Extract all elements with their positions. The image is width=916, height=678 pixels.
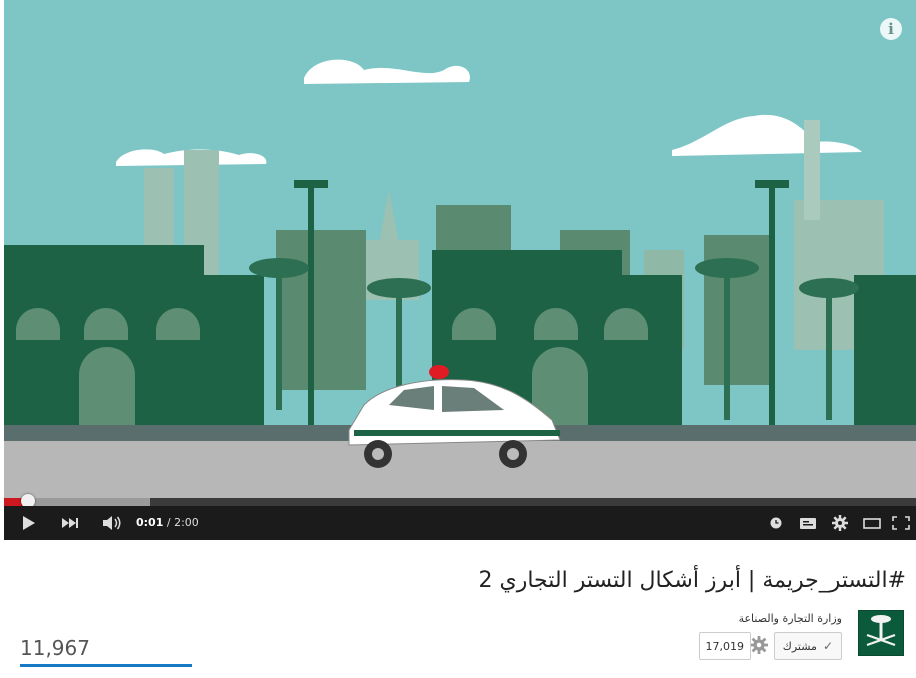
views-bar bbox=[20, 664, 192, 667]
settings-icon bbox=[832, 515, 848, 531]
time-current: 0:01 bbox=[136, 516, 164, 529]
player-controls: 0:01 / 2:00 bbox=[4, 506, 916, 540]
volume-icon bbox=[103, 516, 121, 530]
progress-bar[interactable] bbox=[4, 494, 916, 508]
time-total: 2:00 bbox=[174, 516, 199, 529]
channel-name[interactable]: وزارة التجارة والصناعة bbox=[739, 612, 842, 625]
subscribe-label: مشترك bbox=[782, 639, 817, 653]
captions-icon bbox=[800, 517, 816, 529]
emblem-icon bbox=[866, 615, 896, 647]
volume-button[interactable] bbox=[98, 506, 126, 540]
view-count: 11,967 bbox=[20, 636, 90, 660]
channel-logo[interactable] bbox=[858, 610, 904, 656]
fullscreen-icon bbox=[892, 516, 910, 530]
settings-button[interactable] bbox=[828, 506, 852, 540]
theater-mode-button[interactable] bbox=[860, 506, 884, 540]
video-info-section: #التستر_جريمة | أبرز أشكال التستر التجار… bbox=[0, 548, 916, 678]
captions-button[interactable] bbox=[796, 506, 820, 540]
subscription-settings-icon[interactable] bbox=[750, 636, 768, 654]
check-icon: ✓ bbox=[822, 639, 833, 653]
watch-later-button[interactable] bbox=[766, 506, 786, 540]
fullscreen-button[interactable] bbox=[888, 506, 914, 540]
next-icon bbox=[62, 518, 78, 528]
video-frame[interactable] bbox=[4, 0, 916, 498]
subscribe-button[interactable]: ✓ مشترك bbox=[773, 632, 842, 660]
play-icon bbox=[23, 516, 35, 530]
info-icon[interactable]: i bbox=[880, 18, 902, 40]
watch-later-icon bbox=[770, 517, 782, 529]
play-button[interactable] bbox=[16, 506, 42, 540]
time-display: 0:01 / 2:00 bbox=[136, 506, 199, 540]
time-separator: / bbox=[163, 516, 175, 529]
next-button[interactable] bbox=[56, 506, 84, 540]
subscriber-count: 17,019 bbox=[698, 632, 751, 660]
theater-mode-icon bbox=[863, 517, 881, 529]
video-title: #التستر_جريمة | أبرز أشكال التستر التجار… bbox=[478, 568, 906, 593]
video-player[interactable]: i 0:01 / 2:00 bbox=[4, 0, 916, 540]
